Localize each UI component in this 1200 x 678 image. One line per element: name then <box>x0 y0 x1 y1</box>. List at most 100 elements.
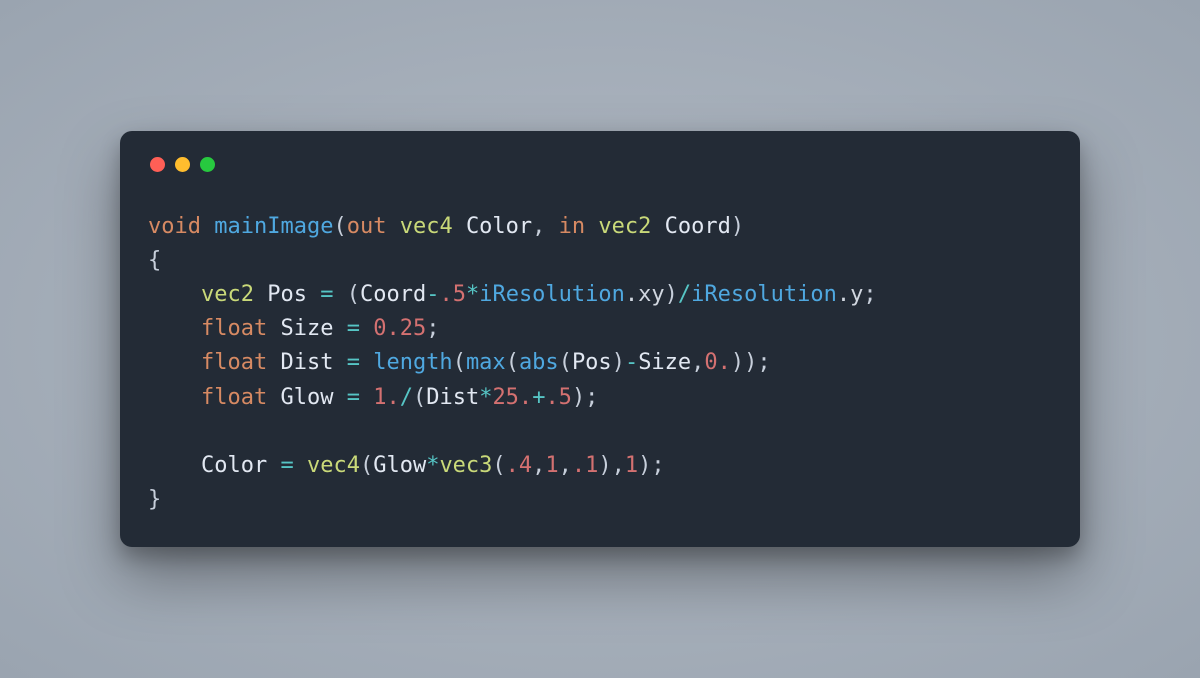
code-token-op: * <box>479 385 492 410</box>
code-token-op: / <box>400 385 413 410</box>
code-token-kw: float <box>201 316 267 341</box>
code-token-op: = <box>347 350 360 375</box>
code-token-punc <box>267 385 280 410</box>
window-controls <box>150 157 1052 172</box>
code-token-punc: ( <box>333 282 360 307</box>
code-token-punc <box>201 214 214 239</box>
code-token-punc: ( <box>492 453 505 478</box>
code-token-punc: ; <box>863 282 876 307</box>
code-window: void mainImage(out vec4 Color, in vec2 C… <box>120 131 1080 547</box>
code-token-num: .4 <box>506 453 533 478</box>
code-token-id: Color <box>201 453 267 478</box>
code-token-type: vec2 <box>201 282 254 307</box>
code-token-punc <box>360 385 373 410</box>
code-token-punc <box>148 385 201 410</box>
code-token-op: - <box>426 282 439 307</box>
code-token-fn: abs <box>519 350 559 375</box>
code-token-num: 0. <box>704 350 731 375</box>
code-token-punc <box>360 350 373 375</box>
code-token-punc <box>294 453 307 478</box>
code-token-punc <box>267 350 280 375</box>
code-token-punc <box>333 385 346 410</box>
code-token-num: .5 <box>439 282 466 307</box>
code-token-num: 1. <box>373 385 400 410</box>
code-token-op: - <box>625 350 638 375</box>
code-token-fn: iResolution <box>691 282 837 307</box>
zoom-icon[interactable] <box>200 157 215 172</box>
code-token-op: = <box>347 316 360 341</box>
code-token-punc: ), <box>598 453 625 478</box>
code-token-id: Coord <box>665 214 731 239</box>
code-token-id: Pos <box>267 282 307 307</box>
code-token-num: 1 <box>625 453 638 478</box>
code-token-id: Coord <box>360 282 426 307</box>
code-token-punc: , <box>691 350 704 375</box>
code-token-punc: , <box>532 214 559 239</box>
code-token-punc: ( <box>453 350 466 375</box>
code-token-id: Glow <box>373 453 426 478</box>
code-token-op: * <box>466 282 479 307</box>
code-token-id: Size <box>280 316 333 341</box>
code-token-punc: ( <box>506 350 519 375</box>
code-token-punc <box>453 214 466 239</box>
code-token-punc: ( <box>333 214 346 239</box>
code-token-op: = <box>347 385 360 410</box>
code-token-prop: .y <box>837 282 864 307</box>
code-token-kw: void <box>148 214 201 239</box>
code-token-id: Dist <box>426 385 479 410</box>
code-token-fn: length <box>373 350 452 375</box>
code-token-id: Dist <box>280 350 333 375</box>
code-token-punc: ); <box>638 453 665 478</box>
code-token-kw: float <box>201 350 267 375</box>
code-token-type: vec4 <box>400 214 453 239</box>
code-token-punc: { <box>148 248 161 273</box>
code-token-punc <box>651 214 664 239</box>
minimize-icon[interactable] <box>175 157 190 172</box>
code-token-punc: )); <box>731 350 771 375</box>
code-token-punc: ; <box>426 316 439 341</box>
code-token-punc <box>333 316 346 341</box>
code-token-punc <box>254 282 267 307</box>
code-token-id: Glow <box>280 385 333 410</box>
code-token-num: .1 <box>572 453 599 478</box>
code-token-punc: ) <box>612 350 625 375</box>
code-token-num: .5 <box>545 385 572 410</box>
close-icon[interactable] <box>150 157 165 172</box>
code-token-punc <box>267 316 280 341</box>
code-token-id: Pos <box>572 350 612 375</box>
code-token-punc <box>307 282 320 307</box>
code-token-punc: ); <box>572 385 599 410</box>
code-token-kw: out <box>347 214 387 239</box>
code-token-punc <box>333 350 346 375</box>
code-token-type: vec2 <box>598 214 651 239</box>
code-token-type: vec3 <box>439 453 492 478</box>
code-token-num: 25. <box>492 385 532 410</box>
code-token-punc <box>360 316 373 341</box>
code-token-num: 0.25 <box>373 316 426 341</box>
code-token-op: * <box>426 453 439 478</box>
code-token-op: / <box>678 282 691 307</box>
code-token-punc <box>267 453 280 478</box>
code-token-op: = <box>320 282 333 307</box>
code-token-punc <box>386 214 399 239</box>
code-token-punc: ) <box>665 282 678 307</box>
code-token-punc: ( <box>413 385 426 410</box>
code-token-kw: in <box>559 214 586 239</box>
code-block: void mainImage(out vec4 Color, in vec2 C… <box>148 210 1052 517</box>
code-token-punc: ) <box>731 214 744 239</box>
code-token-punc: , <box>559 453 572 478</box>
code-token-punc <box>148 350 201 375</box>
code-token-punc: } <box>148 487 161 512</box>
code-token-fn: iResolution <box>479 282 625 307</box>
code-token-op: = <box>280 453 293 478</box>
code-token-op: + <box>532 385 545 410</box>
code-token-kw: float <box>201 385 267 410</box>
code-token-prop: .xy <box>625 282 665 307</box>
code-token-punc <box>148 453 201 478</box>
code-token-punc <box>148 316 201 341</box>
code-token-punc <box>585 214 598 239</box>
code-token-num: 1 <box>545 453 558 478</box>
code-token-punc: ( <box>559 350 572 375</box>
code-token-id: Color <box>466 214 532 239</box>
code-token-punc: , <box>532 453 545 478</box>
